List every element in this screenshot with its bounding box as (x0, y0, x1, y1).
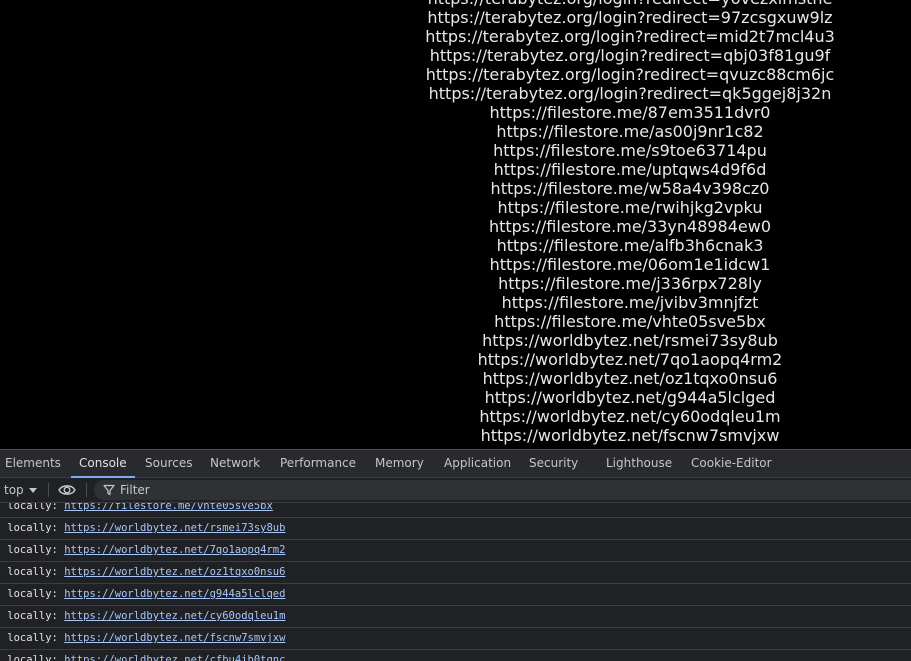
console-message-link[interactable]: https://worldbytez.net/g944a5lclqed (64, 588, 285, 600)
url-list-item: https://terabytez.org/login?redirect=y6v… (0, 0, 911, 8)
console-message-text: ted locally: https://filestore.me/vhte05… (0, 503, 273, 517)
console-message: ted locally: https://worldbytez.net/fscn… (0, 628, 911, 650)
console-message: ted locally: https://worldbytez.net/g944… (0, 584, 911, 606)
console-message-prefix: ted locally: (0, 566, 58, 578)
url-list-item: https://terabytez.org/login?redirect=qvu… (425, 65, 835, 84)
tab-elements[interactable]: Elements (5, 450, 61, 477)
url-list-item: https://worldbytez.net/fscnw7smvjxw (480, 426, 780, 445)
url-list-item: https://filestore.me/jvibv3mnjfzt (501, 293, 759, 312)
console-message-prefix: ted locally: (0, 654, 58, 661)
url-list-item: https://filestore.me/rwihjkg2vpku (497, 198, 763, 217)
console-message-text: ted locally: https://worldbytez.net/cy60… (0, 606, 285, 627)
console-message: ted locally: https://worldbytez.net/rsme… (0, 518, 911, 540)
url-list-item: https://terabytez.org/login?redirect=97z… (427, 8, 833, 27)
url-list-item: https://worldbytez.net/g944a5lclged (484, 388, 776, 407)
console-message-link[interactable]: https://worldbytez.net/cy60odqleu1m (64, 610, 285, 622)
url-list-item: https://filestore.me/33yn48984ew0 (488, 217, 772, 236)
console-message-link[interactable]: https://filestore.me/vhte05sve5bx (64, 503, 273, 512)
url-list-item: https://filestore.me/as00j9nr1c82 (496, 122, 764, 141)
toolbar-divider (86, 483, 87, 497)
console-message-text: ted locally: https://worldbytez.net/g944… (0, 584, 285, 605)
filter-input[interactable] (120, 480, 820, 500)
console-message-link[interactable]: https://worldbytez.net/cfbu4ib0tqnc (64, 654, 285, 661)
console-message-prefix: ted locally: (0, 588, 58, 600)
devtools-panel: Elements Console Sources Network Performance… (0, 449, 911, 661)
console-messages: ted locally: https://filestore.me/vhte05… (0, 503, 911, 661)
tab-sources[interactable]: Sources (145, 450, 192, 477)
url-list-item: https://terabytez.org/login?redirect=mid… (425, 27, 835, 46)
url-list-item: https://terabytez.org/login?redirect=qk5… (428, 84, 832, 103)
console-message-link[interactable]: https://worldbytez.net/oz1tqxo0nsu6 (64, 566, 285, 578)
tab-memory[interactable]: Memory (375, 450, 424, 477)
console-message-text: ted locally: https://worldbytez.net/oz1t… (0, 562, 285, 583)
context-selector[interactable]: top (4, 478, 37, 502)
eye-icon[interactable] (58, 483, 76, 497)
url-list: https://terabytez.org/login?redirect=y6v… (0, 0, 911, 445)
console-message-prefix: ted locally: (0, 610, 58, 622)
console-message-prefix: ted locally: (0, 544, 58, 556)
web-page-content: https://terabytez.org/login?redirect=y6v… (0, 0, 911, 449)
console-message: ted locally: https://worldbytez.net/cy60… (0, 606, 911, 628)
url-list-item: https://filestore.me/87em3511dvr0 (489, 103, 771, 122)
console-message-prefix: ted locally: (0, 632, 58, 644)
filter-icon (103, 484, 115, 496)
console-message-prefix: ted locally: (0, 522, 58, 534)
devtools-tab-bar: Elements Console Sources Network Performance… (0, 450, 911, 478)
console-message-text: ted locally: https://worldbytez.net/fscn… (0, 628, 285, 649)
console-message: ted locally: https://filestore.me/vhte05… (0, 503, 911, 518)
console-message-text: ted locally: https://worldbytez.net/cfbu… (0, 650, 285, 661)
console-message-text: ted locally: https://worldbytez.net/rsme… (0, 518, 285, 539)
console-message: ted locally: https://worldbytez.net/cfbu… (0, 650, 911, 661)
console-message-prefix: ted locally: (0, 503, 58, 512)
console-message-link[interactable]: https://worldbytez.net/fscnw7smvjxw (64, 632, 285, 644)
tab-performance[interactable]: Performance (280, 450, 356, 477)
url-list-item: https://worldbytez.net/rsmei73sy8ub (482, 331, 778, 350)
url-list-item: https://filestore.me/vhte05sve5bx (494, 312, 766, 331)
url-list-item: https://filestore.me/uptqws4d9f6d (493, 160, 767, 179)
console-toolbar: top (0, 478, 911, 503)
console-message-text: ted locally: https://worldbytez.net/7qo1… (0, 540, 285, 561)
url-list-item: https://filestore.me/alfb3h6cnak3 (496, 236, 764, 255)
console-message-link[interactable]: https://worldbytez.net/rsmei73sy8ub (64, 522, 285, 534)
url-list-item: https://filestore.me/j336rpx728ly (498, 274, 762, 293)
tab-security[interactable]: Security (529, 450, 578, 477)
url-list-item: https://worldbytez.net/7qo1aopq4rm2 (477, 350, 783, 369)
filter-box (94, 480, 911, 500)
tab-cookie-editor[interactable]: Cookie-Editor (691, 450, 772, 477)
tab-network[interactable]: Network (210, 450, 260, 477)
console-message: ted locally: https://worldbytez.net/7qo1… (0, 540, 911, 562)
console-message: ted locally: https://worldbytez.net/oz1t… (0, 562, 911, 584)
url-list-item: https://worldbytez.net/oz1tqxo0nsu6 (482, 369, 778, 388)
url-list-item: https://filestore.me/w58a4v398cz0 (490, 179, 770, 198)
url-list-item: https://filestore.me/06om1e1idcw1 (489, 255, 771, 274)
tab-application[interactable]: Application (444, 450, 511, 477)
url-list-item: https://filestore.me/s9toe63714pu (493, 141, 767, 160)
tab-console[interactable]: Console (71, 450, 135, 478)
toolbar-divider (48, 483, 49, 497)
browser-window: https://terabytez.org/login?redirect=y6v… (0, 0, 911, 661)
context-selector-label: top (4, 483, 24, 497)
chevron-down-icon (28, 488, 37, 493)
console-message-link[interactable]: https://worldbytez.net/7qo1aopq4rm2 (64, 544, 285, 556)
url-list-item: https://terabytez.org/login?redirect=qbj… (429, 46, 831, 65)
tab-lighthouse[interactable]: Lighthouse (606, 450, 672, 477)
url-list-item: https://worldbytez.net/cy60odqleu1m (479, 407, 781, 426)
